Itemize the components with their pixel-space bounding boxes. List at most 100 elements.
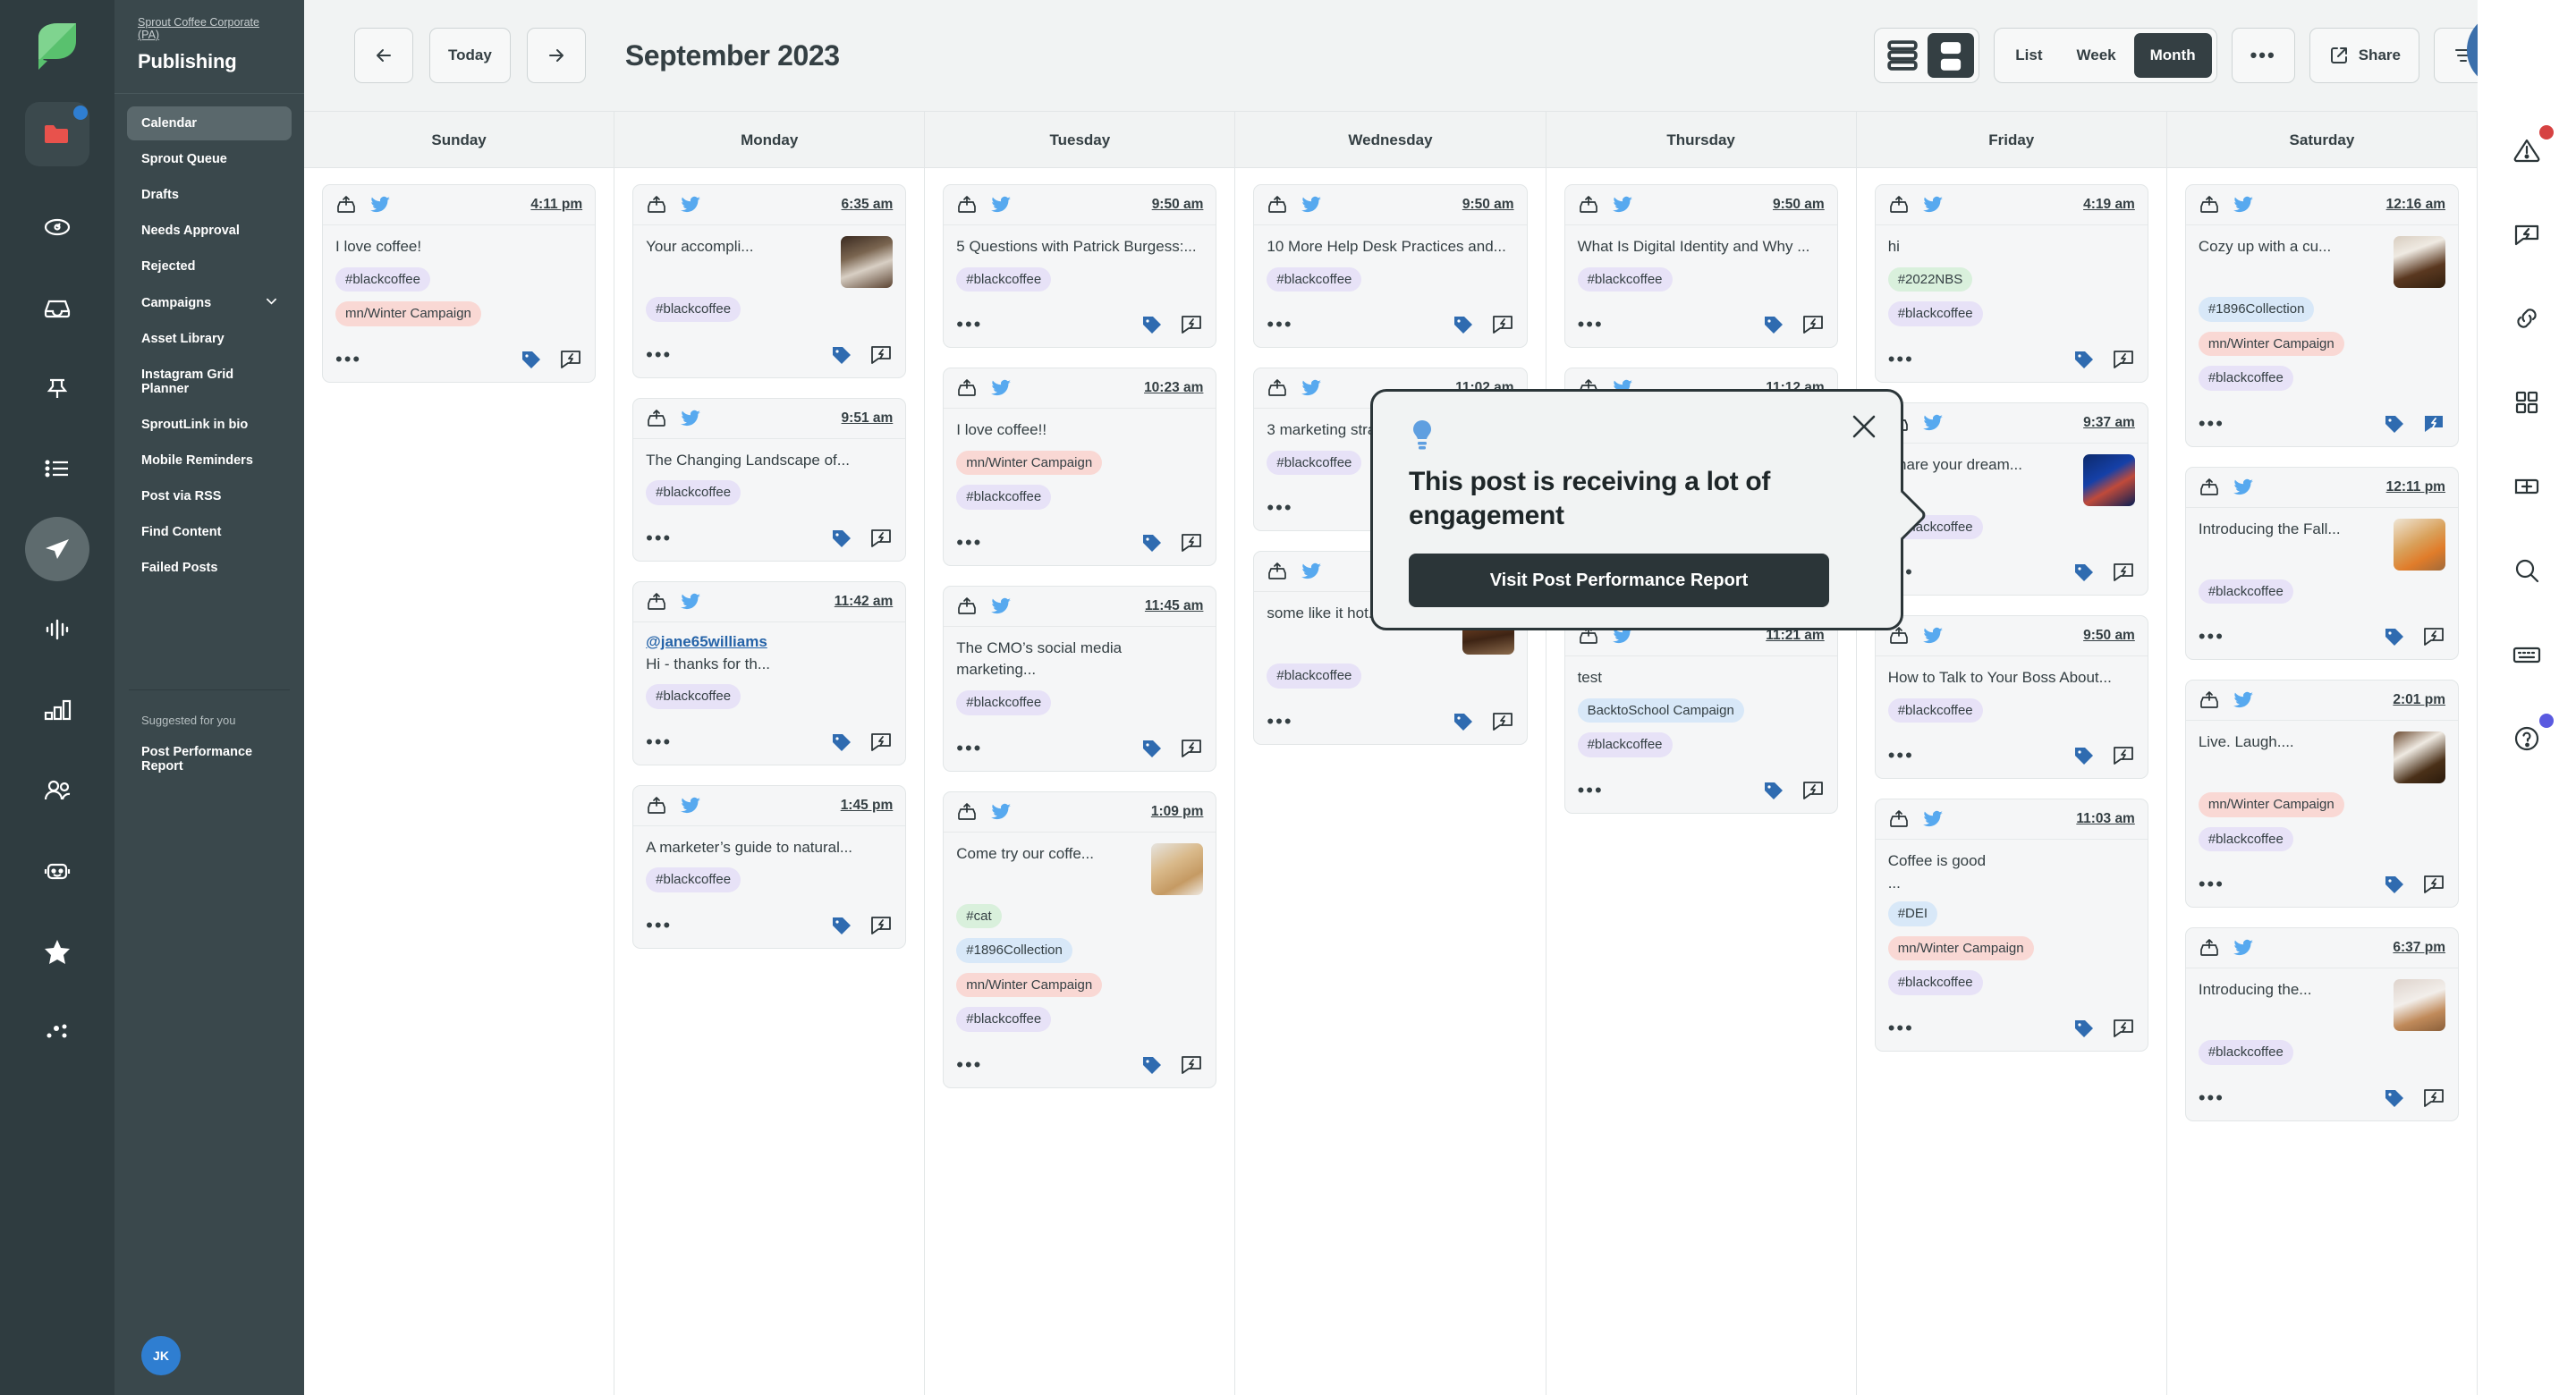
sidebar-item-drafts[interactable]: Drafts [127, 178, 292, 212]
post-tag[interactable]: #blackcoffee [2198, 826, 2293, 851]
post-tag[interactable]: #1896Collection [2198, 297, 2315, 322]
rail-listening-button[interactable] [25, 597, 89, 662]
tag-icon[interactable] [1140, 1053, 1164, 1077]
rail-inbox-button[interactable] [25, 275, 89, 340]
sidebar-item-mobile-reminders[interactable]: Mobile Reminders [127, 444, 292, 478]
post-time[interactable]: 9:50 am [1152, 197, 1204, 213]
post-card[interactable]: 11:03 am Coffee is good... #DEI mn/Winter C… [1874, 799, 2148, 1052]
feedback-icon[interactable] [2502, 209, 2552, 259]
view-option-list[interactable]: List [1999, 33, 2058, 78]
post-time[interactable]: 4:19 am [2083, 197, 2135, 213]
rail-pin-button[interactable] [25, 356, 89, 420]
post-tag[interactable]: #blackcoffee [646, 297, 741, 322]
post-more-options-icon[interactable]: ••• [956, 738, 982, 757]
post-card[interactable]: 2:01 pm Live. Laugh.... mn/Winter Campaign… [2184, 680, 2459, 908]
today-button[interactable]: Today [429, 28, 511, 83]
boost-icon[interactable] [1180, 1053, 1203, 1077]
post-time[interactable]: 11:03 am [2076, 811, 2135, 827]
tag-icon[interactable] [1452, 710, 1475, 733]
post-tag[interactable]: #blackcoffee [956, 266, 1052, 292]
visit-post-performance-report-button[interactable]: Visit Post Performance Report [1409, 553, 1829, 607]
boost-icon[interactable] [1180, 737, 1203, 760]
post-more-options-icon[interactable]: ••• [646, 528, 672, 547]
apps-icon[interactable] [2502, 377, 2552, 427]
more-options-button[interactable]: ••• [2231, 28, 2295, 83]
post-mention-handle[interactable]: @jane65williams [646, 633, 893, 651]
post-tag[interactable]: #blackcoffee [1577, 732, 1673, 757]
post-more-options-icon[interactable]: ••• [1888, 1018, 1914, 1037]
post-time[interactable]: 12:16 am [2386, 197, 2445, 213]
tag-icon[interactable] [2383, 625, 2406, 648]
account-link[interactable]: Sprout Coffee Corporate (PA) [138, 16, 281, 41]
post-more-options-icon[interactable]: ••• [1578, 315, 1604, 334]
help-icon[interactable] [2502, 714, 2554, 764]
post-more-options-icon[interactable]: ••• [1267, 315, 1292, 334]
rail-folder-button[interactable] [25, 102, 89, 166]
post-more-options-icon[interactable]: ••• [335, 349, 361, 368]
post-card[interactable]: 9:50 am What Is Digital Identity and Why … [1563, 184, 1838, 349]
boost-icon[interactable] [1180, 313, 1203, 336]
post-tag[interactable]: #blackcoffee [1887, 970, 1983, 995]
post-card[interactable]: 11:42 am @jane65williams Hi - thanks for t… [632, 580, 907, 765]
post-tag[interactable]: #blackcoffee [1267, 450, 1362, 476]
post-card[interactable]: 1:09 pm Come try our coffe... #cat #1896Col… [943, 790, 1217, 1088]
post-card[interactable]: 9:50 am How to Talk to Your Boss About...… [1874, 615, 2148, 780]
post-more-options-icon[interactable]: ••• [956, 532, 982, 552]
sidebar-item-calendar[interactable]: Calendar [127, 106, 292, 140]
post-more-options-icon[interactable]: ••• [646, 344, 672, 364]
post-tag[interactable]: #DEI [1887, 901, 1938, 926]
rail-reports-button[interactable] [25, 678, 89, 742]
post-more-options-icon[interactable]: ••• [646, 731, 672, 751]
sidebar-item-failed-posts[interactable]: Failed Posts [127, 551, 292, 585]
post-time[interactable]: 1:09 pm [1151, 804, 1204, 820]
rail-publishing-button[interactable] [25, 517, 89, 581]
boost-icon[interactable] [869, 914, 893, 937]
post-card[interactable]: 1:45 pm A marketer’s guide to natural... #… [632, 784, 907, 949]
boost-icon[interactable] [1180, 531, 1203, 554]
post-time[interactable]: 9:50 am [2083, 628, 2135, 644]
post-tag[interactable]: mn/Winter Campaign [956, 450, 1103, 476]
post-tag[interactable]: #2022NBS [1887, 266, 1973, 292]
tag-icon[interactable] [830, 914, 853, 937]
tag-icon[interactable] [2072, 561, 2096, 584]
post-tag[interactable]: #blackcoffee [1267, 266, 1362, 292]
suggested-item-post-performance-report[interactable]: Post Performance Report [114, 727, 304, 774]
post-tag[interactable]: #blackcoffee [646, 684, 741, 709]
boost-icon[interactable] [1491, 710, 1514, 733]
post-tag[interactable]: #blackcoffee [1577, 266, 1673, 292]
boost-icon[interactable] [2112, 561, 2135, 584]
post-tag[interactable]: mn/Winter Campaign [956, 972, 1103, 998]
boost-icon[interactable] [2422, 873, 2445, 896]
sidebar-item-sproutlink-in-bio[interactable]: SproutLink in bio [127, 408, 292, 442]
post-more-options-icon[interactable]: ••• [2199, 875, 2224, 894]
post-card[interactable]: 9:37 am Share your dream...#blackcoffee••… [1874, 402, 2148, 596]
post-more-options-icon[interactable]: ••• [956, 315, 982, 334]
post-time[interactable]: 6:37 pm [2393, 940, 2445, 956]
post-time[interactable]: 11:42 am [835, 594, 894, 610]
post-more-options-icon[interactable]: ••• [2199, 1087, 2224, 1107]
post-card[interactable]: 6:37 pm Introducing the... #blackcoffee ••• [2184, 927, 2459, 1121]
search-icon[interactable] [2502, 545, 2552, 596]
close-icon[interactable] [1849, 411, 1879, 442]
sidebar-item-sprout-queue[interactable]: Sprout Queue [127, 142, 292, 176]
rail-audience-button[interactable] [25, 758, 89, 823]
post-tag[interactable]: #blackcoffee [2198, 366, 2293, 391]
tag-icon[interactable] [2383, 412, 2406, 435]
post-card[interactable]: 11:45 am The CMO’s social media marketing… [943, 585, 1217, 772]
sidebar-item-asset-library[interactable]: Asset Library [127, 322, 292, 356]
boost-icon[interactable] [869, 343, 893, 367]
post-tag[interactable]: #blackcoffee [1267, 664, 1362, 689]
tag-icon[interactable] [2072, 1017, 2096, 1040]
boost-icon[interactable] [2112, 744, 2135, 767]
post-tag[interactable]: #blackcoffee [956, 690, 1052, 715]
boost-icon[interactable] [869, 731, 893, 754]
sidebar-item-instagram-grid-planner[interactable]: Instagram Grid Planner [127, 358, 292, 406]
sidebar-item-rejected[interactable]: Rejected [127, 249, 292, 283]
tag-icon[interactable] [1140, 313, 1164, 336]
post-time[interactable]: 9:51 am [842, 410, 894, 427]
post-tag[interactable]: #blackcoffee [956, 1007, 1052, 1032]
tag-icon[interactable] [830, 731, 853, 754]
rail-dashboard-button[interactable] [25, 195, 89, 259]
boost-icon[interactable] [2112, 1017, 2135, 1040]
post-time[interactable]: 1:45 pm [841, 798, 894, 814]
